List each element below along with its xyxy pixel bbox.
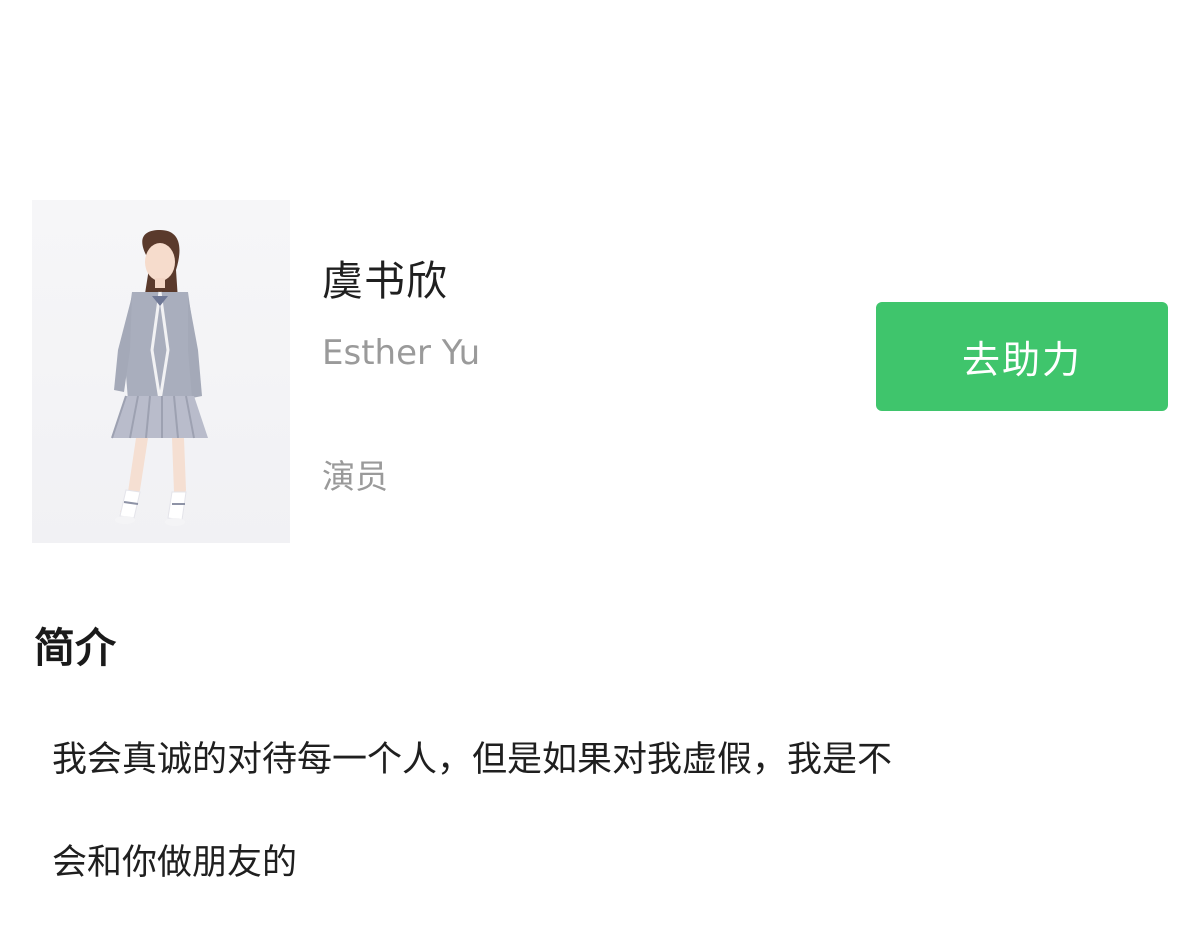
intro-title: 简介 (34, 624, 116, 672)
intro-text-line: 我会真诚的对待每一个人，但是如果对我虚假，我是不 (52, 740, 893, 780)
intro-text-line: 会和你做朋友的 (52, 843, 298, 883)
profile-occupation: 演员 (322, 457, 388, 496)
profile-photo-illustration (111, 230, 208, 526)
profile-page: 虞书欣 Esther Yu 演员 去助力 简介 我会真诚的对待每一个人，但是如果… (0, 0, 1194, 928)
profile-name: 虞书欣 (322, 257, 448, 305)
profile-english-name: Esther Yu (322, 333, 481, 373)
support-button[interactable]: 去助力 (876, 302, 1168, 411)
profile-photo (32, 200, 290, 543)
